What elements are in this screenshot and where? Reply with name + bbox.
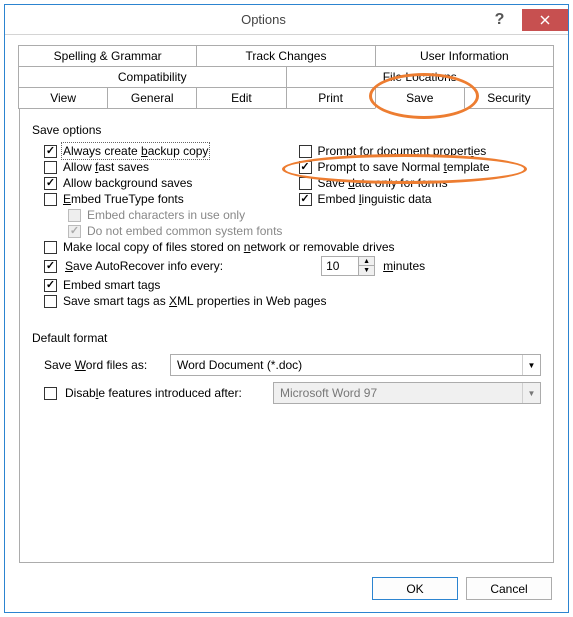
save-options-label: Save options bbox=[32, 123, 541, 137]
embed-chars-in-use-checkbox bbox=[68, 209, 81, 222]
autorecover-input[interactable] bbox=[322, 257, 358, 275]
tab-edit[interactable]: Edit bbox=[196, 87, 286, 109]
disable-features-label: Disable features introduced after: bbox=[65, 386, 265, 400]
embed-truetype-label: Embed TrueType fonts bbox=[63, 192, 184, 206]
save-panel: Save options Always create backup copy A… bbox=[19, 108, 554, 563]
save-word-as-value: Word Document (*.doc) bbox=[171, 358, 522, 372]
background-saves-label: Allow background saves bbox=[63, 176, 192, 190]
close-icon bbox=[540, 15, 550, 25]
tab-security[interactable]: Security bbox=[464, 87, 554, 109]
smart-tags-xml-checkbox[interactable] bbox=[44, 295, 57, 308]
save-data-forms-label: Save data only for forms bbox=[318, 176, 448, 190]
window-title: Options bbox=[50, 12, 477, 27]
spinner-up-icon[interactable]: ▲ bbox=[359, 257, 374, 266]
tab-view[interactable]: View bbox=[18, 87, 108, 109]
no-common-fonts-label: Do not embed common system fonts bbox=[87, 224, 282, 238]
no-common-fonts-checkbox bbox=[68, 225, 81, 238]
embed-smart-tags-checkbox[interactable] bbox=[44, 279, 57, 292]
prompt-normal-label: Prompt to save Normal template bbox=[318, 160, 490, 174]
tabs: Spelling & Grammar Track Changes User In… bbox=[5, 35, 568, 563]
titlebar: Options ? bbox=[5, 5, 568, 35]
tab-spelling-grammar[interactable]: Spelling & Grammar bbox=[18, 45, 197, 66]
embed-linguistic-checkbox[interactable] bbox=[299, 193, 312, 206]
disable-features-checkbox[interactable] bbox=[44, 387, 57, 400]
save-data-forms-checkbox[interactable] bbox=[299, 177, 312, 190]
help-button[interactable]: ? bbox=[477, 9, 522, 31]
background-saves-checkbox[interactable] bbox=[44, 177, 57, 190]
spinner-down-icon[interactable]: ▼ bbox=[359, 266, 374, 275]
prompt-properties-checkbox[interactable] bbox=[299, 145, 312, 158]
tab-compatibility[interactable]: Compatibility bbox=[18, 66, 287, 87]
fast-saves-label: Allow fast saves bbox=[63, 160, 149, 174]
cancel-button[interactable]: Cancel bbox=[466, 577, 552, 600]
backup-copy-label: Always create backup copy bbox=[63, 144, 208, 158]
tab-general[interactable]: General bbox=[107, 87, 197, 109]
embed-smart-tags-label: Embed smart tags bbox=[63, 278, 160, 292]
autorecover-checkbox[interactable] bbox=[44, 260, 57, 273]
autorecover-spinner[interactable]: ▲ ▼ bbox=[321, 256, 375, 276]
ok-button[interactable]: OK bbox=[372, 577, 458, 600]
prompt-properties-label: Prompt for document properties bbox=[318, 144, 487, 158]
chevron-down-icon: ▼ bbox=[522, 383, 540, 403]
tab-user-information[interactable]: User Information bbox=[375, 45, 554, 66]
autorecover-unit: minutes bbox=[383, 259, 425, 273]
backup-copy-checkbox[interactable] bbox=[44, 145, 57, 158]
smart-tags-xml-label: Save smart tags as XML properties in Web… bbox=[63, 294, 326, 308]
close-button[interactable] bbox=[522, 9, 568, 31]
tab-save[interactable]: Save bbox=[375, 87, 465, 109]
embed-chars-in-use-label: Embed characters in use only bbox=[87, 208, 245, 222]
prompt-normal-checkbox[interactable] bbox=[299, 161, 312, 174]
embed-linguistic-label: Embed linguistic data bbox=[318, 192, 432, 206]
embed-truetype-checkbox[interactable] bbox=[44, 193, 57, 206]
tab-track-changes[interactable]: Track Changes bbox=[196, 45, 375, 66]
chevron-down-icon[interactable]: ▼ bbox=[522, 355, 540, 375]
disable-features-combo: Microsoft Word 97 ▼ bbox=[273, 382, 541, 404]
fast-saves-checkbox[interactable] bbox=[44, 161, 57, 174]
options-dialog: Options ? Spelling & Grammar Track Chang… bbox=[4, 4, 569, 613]
save-word-as-combo[interactable]: Word Document (*.doc) ▼ bbox=[170, 354, 541, 376]
disable-features-value: Microsoft Word 97 bbox=[274, 386, 522, 400]
save-word-as-label: Save Word files as: bbox=[44, 358, 162, 372]
tab-file-locations[interactable]: File Locations bbox=[286, 66, 555, 87]
local-copy-label: Make local copy of files stored on netwo… bbox=[63, 240, 395, 254]
local-copy-checkbox[interactable] bbox=[44, 241, 57, 254]
autorecover-label: Save AutoRecover info every: bbox=[65, 259, 223, 273]
default-format-label: Default format bbox=[32, 331, 541, 345]
tab-print[interactable]: Print bbox=[286, 87, 376, 109]
